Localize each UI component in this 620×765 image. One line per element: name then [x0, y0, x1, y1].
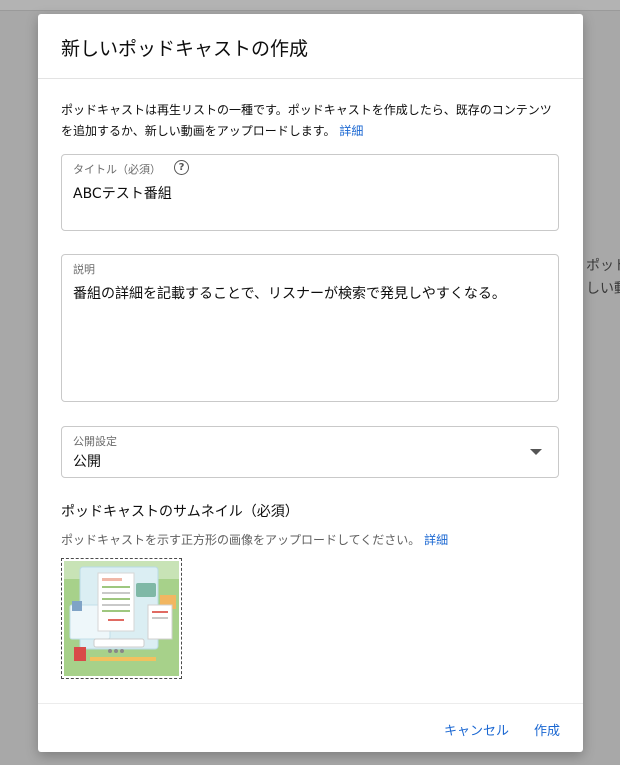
dialog-header: 新しいポッドキャストの作成: [38, 14, 583, 79]
thumbnail-learn-more-link[interactable]: 詳細: [424, 533, 448, 547]
description-field-label: 説明: [73, 263, 95, 276]
visibility-field-label: 公開設定: [73, 435, 117, 448]
intro-text: ポッドキャストは再生リストの一種です。ポッドキャストを作成したら、既存のコンテン…: [61, 103, 552, 138]
thumbnail-section-title: ポッドキャストのサムネイル（必須）: [61, 504, 299, 520]
thumbnail-section-description: ポッドキャストを示す正方形の画像をアップロードしてください。 詳細: [61, 531, 448, 548]
title-field-label: タイトル（必須）: [73, 163, 161, 176]
thumbnail-description-text: ポッドキャストを示す正方形の画像をアップロードしてください。: [61, 533, 421, 547]
description-textarea[interactable]: 番組の詳細を記載することで、リスナーが検索で発見しやすくなる。: [73, 283, 549, 303]
visibility-selected-value: 公開: [73, 454, 101, 470]
dialog-footer-divider: [38, 703, 583, 704]
thumbnail-upload-area[interactable]: [61, 558, 182, 679]
cancel-button[interactable]: キャンセル: [444, 720, 509, 739]
intro-description: ポッドキャストは再生リストの一種です。ポッドキャストを作成したら、既存のコンテン…: [61, 100, 561, 142]
help-circle-icon[interactable]: ?: [174, 160, 189, 175]
dropdown-arrow-icon: [530, 449, 542, 455]
thumbnail-image: [64, 561, 179, 676]
description-field[interactable]: 説明 番組の詳細を記載することで、リスナーが検索で発見しやすくなる。: [61, 254, 559, 402]
create-podcast-dialog: 新しいポッドキャストの作成 ポッドキャストは再生リストの一種です。ポッドキャスト…: [38, 14, 583, 752]
visibility-select[interactable]: 公開設定 公開: [61, 426, 559, 478]
create-button[interactable]: 作成: [534, 720, 560, 739]
title-field[interactable]: タイトル（必須） ? ABCテスト番組: [61, 154, 559, 231]
intro-learn-more-link[interactable]: 詳細: [339, 124, 363, 138]
background-text-line-2: しい動: [586, 281, 620, 297]
background-top-bar: [0, 0, 620, 11]
dialog-title: 新しいポッドキャストの作成: [61, 38, 309, 60]
background-text-line-1: ポッド: [586, 258, 620, 274]
title-input[interactable]: ABCテスト番組: [73, 183, 172, 203]
